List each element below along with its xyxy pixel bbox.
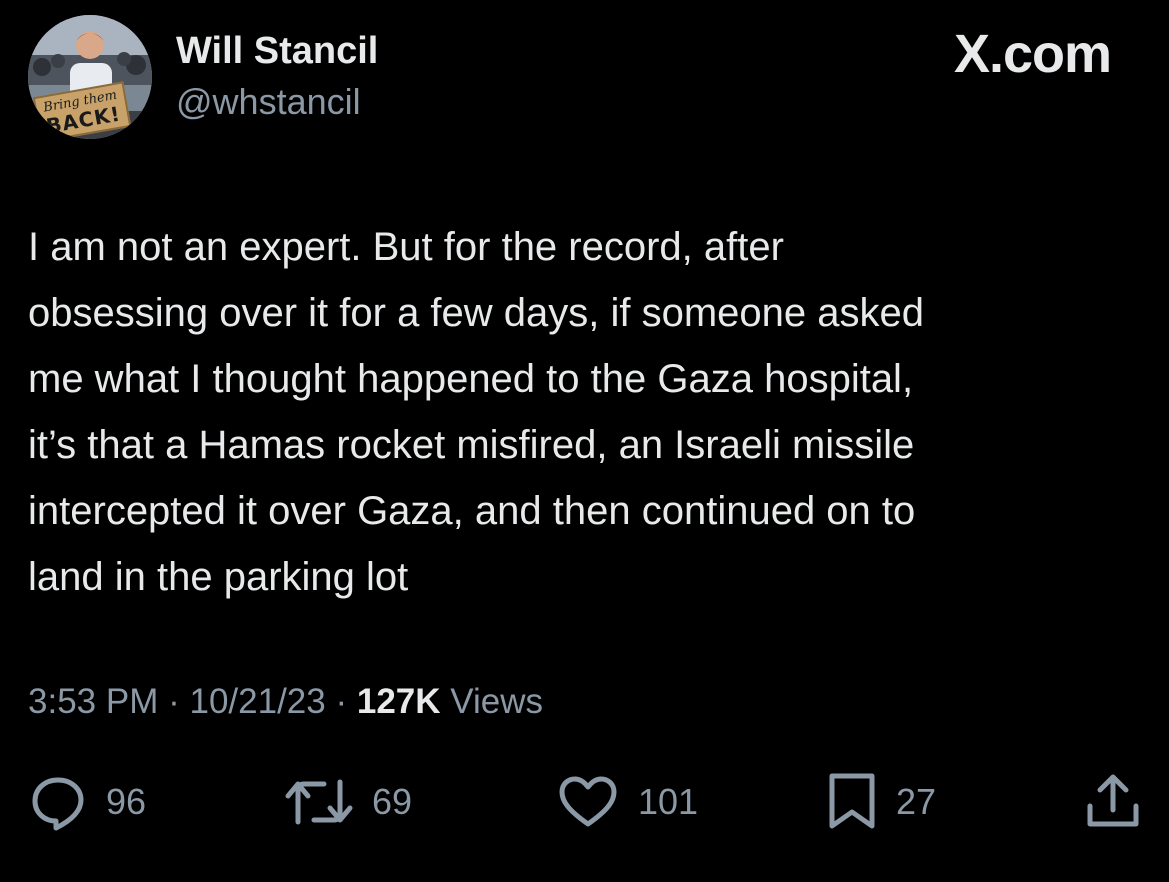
like-button[interactable]: 101 <box>556 770 698 834</box>
meta-separator: · <box>335 682 348 721</box>
share-button[interactable] <box>1083 770 1143 834</box>
reply-button[interactable]: 96 <box>28 770 146 834</box>
bookmark-button[interactable]: 27 <box>826 770 936 834</box>
tweet-time[interactable]: 3:53 PM <box>28 682 158 721</box>
repost-button[interactable]: 69 <box>284 770 412 834</box>
tweet-date[interactable]: 10/21/23 <box>189 682 325 721</box>
tweet-meta: 3:53 PM · 10/21/23 · 127K Views <box>28 680 543 724</box>
views-count: 127K <box>356 682 441 721</box>
repost-icon <box>284 772 354 832</box>
bookmark-icon <box>826 770 878 834</box>
heart-icon <box>556 772 620 832</box>
meta-separator: · <box>168 682 180 721</box>
views-label: Views <box>450 682 543 721</box>
reply-count: 96 <box>106 781 147 822</box>
repost-count: 69 <box>372 781 413 822</box>
action-bar: 96 69 101 27 <box>0 770 1169 840</box>
share-icon <box>1083 770 1143 834</box>
author-display-name[interactable]: Will Stancil <box>176 28 378 74</box>
avatar[interactable]: Bring them BACK! <box>28 15 152 139</box>
bookmark-count: 27 <box>896 781 937 822</box>
tweet-text: I am not an expert. But for the record, … <box>28 225 925 599</box>
reply-icon <box>28 772 88 832</box>
site-brand-logo: X.com <box>953 24 1112 84</box>
author-handle[interactable]: @whstancil <box>176 80 361 124</box>
like-count: 101 <box>638 781 699 822</box>
